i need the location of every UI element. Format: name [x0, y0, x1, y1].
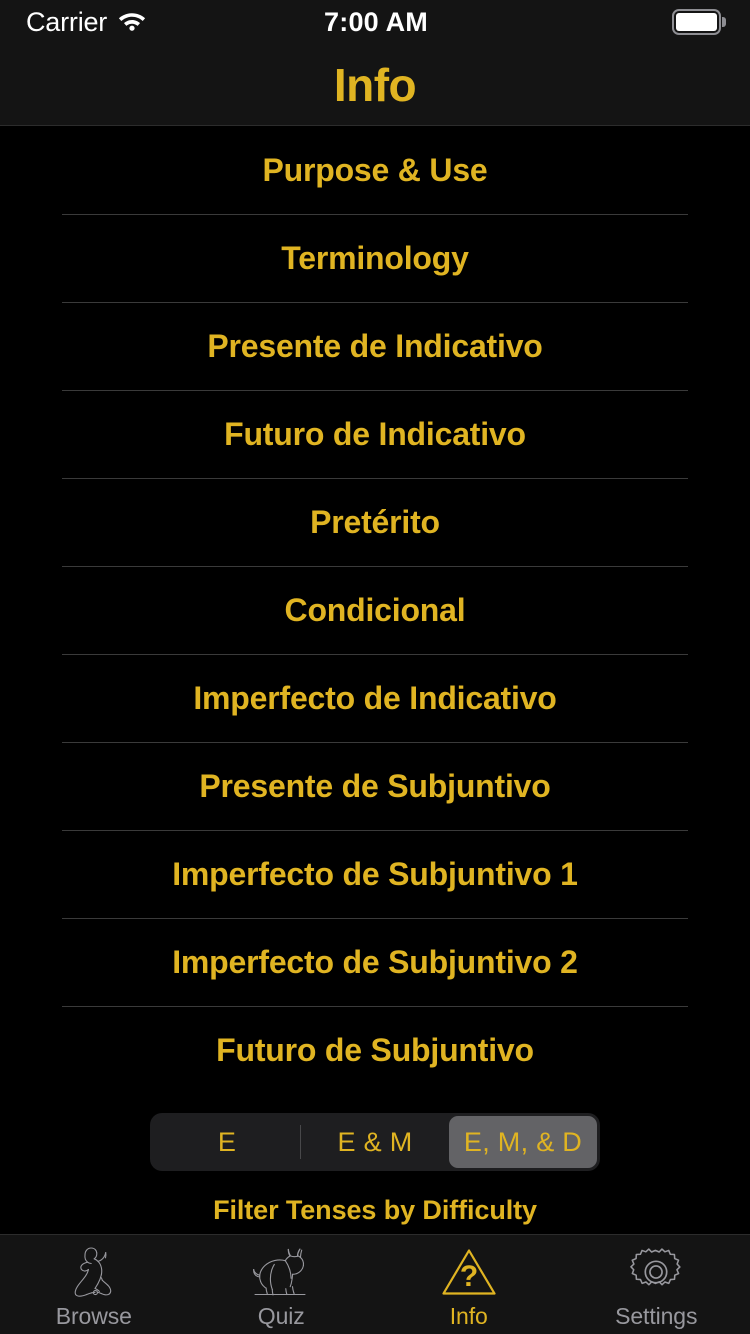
segment-easy[interactable]: E	[153, 1116, 301, 1168]
info-topic-list: Purpose & Use Terminology Presente de In…	[0, 126, 750, 1094]
tab-label: Settings	[615, 1303, 698, 1329]
list-item-label: Futuro de Subjuntivo	[216, 1031, 534, 1068]
tab-info[interactable]: ? Info	[375, 1235, 563, 1334]
tab-label: Info	[449, 1303, 488, 1329]
list-item-presente-de-subjuntivo[interactable]: Presente de Subjuntivo	[0, 742, 750, 830]
gear-icon	[627, 1245, 685, 1299]
list-item-label: Pretérito	[310, 503, 440, 540]
list-item-terminology[interactable]: Terminology	[0, 214, 750, 302]
clock-label: 7:00 AM	[324, 6, 428, 37]
list-item-label: Imperfecto de Indicativo	[193, 679, 557, 716]
svg-text:?: ?	[460, 1260, 478, 1293]
list-item-futuro-de-indicativo[interactable]: Futuro de Indicativo	[0, 390, 750, 478]
status-bar-center: 7:00 AM	[324, 7, 428, 38]
segment-easy-medium[interactable]: E & M	[301, 1116, 449, 1168]
tab-label: Quiz	[257, 1303, 305, 1329]
list-item-imperfecto-de-subjuntivo-1[interactable]: Imperfecto de Subjuntivo 1	[0, 830, 750, 918]
tab-settings[interactable]: Settings	[563, 1235, 750, 1334]
list-item-label: Presente de Indicativo	[207, 327, 543, 364]
wifi-icon	[117, 9, 147, 36]
list-item-label: Presente de Subjuntivo	[199, 767, 551, 804]
list-item-label: Imperfecto de Subjuntivo 1	[172, 855, 578, 892]
list-item-label: Purpose & Use	[262, 151, 488, 188]
warning-triangle-question-icon: ?	[439, 1245, 499, 1299]
main-content: Purpose & Use Terminology Presente de In…	[0, 126, 750, 1234]
list-item-label: Imperfecto de Subjuntivo 2	[172, 943, 578, 980]
list-item-label: Futuro de Indicativo	[224, 415, 526, 452]
tab-browse[interactable]: Browse	[0, 1235, 188, 1334]
list-item-presente-de-indicativo[interactable]: Presente de Indicativo	[0, 302, 750, 390]
tab-label: Browse	[55, 1303, 132, 1329]
page-title: Info	[333, 58, 417, 111]
list-item-preterito[interactable]: Pretérito	[0, 478, 750, 566]
tab-bar: Browse Quiz ? Info Settings	[0, 1234, 750, 1334]
bull-icon	[247, 1245, 315, 1299]
segment-label: E	[217, 1126, 237, 1157]
tab-quiz[interactable]: Quiz	[188, 1235, 376, 1334]
status-bar-right	[428, 9, 726, 35]
battery-full-icon	[672, 9, 726, 35]
list-item-condicional[interactable]: Condicional	[0, 566, 750, 654]
list-item-imperfecto-de-subjuntivo-2[interactable]: Imperfecto de Subjuntivo 2	[0, 918, 750, 1006]
status-bar-left: Carrier	[26, 7, 324, 38]
flamenco-dancer-icon	[63, 1245, 125, 1299]
list-item-purpose-use[interactable]: Purpose & Use	[0, 126, 750, 214]
status-bar: Carrier 7:00 AM	[0, 0, 750, 44]
segment-label: E, M, & D	[463, 1126, 583, 1157]
filter-caption: Filter Tenses by Difficulty	[213, 1195, 537, 1225]
list-item-label: Condicional	[284, 591, 466, 628]
list-item-label: Terminology	[281, 239, 469, 276]
segment-label: E & M	[337, 1126, 413, 1157]
app-screen: Carrier 7:00 AM Info Purpose & Use Termi…	[0, 0, 750, 1334]
difficulty-segmented-control[interactable]: E E & M E, M, & D	[150, 1113, 600, 1171]
list-item-futuro-de-subjuntivo[interactable]: Futuro de Subjuntivo	[0, 1006, 750, 1094]
carrier-label: Carrier	[26, 6, 108, 37]
segment-easy-medium-difficult[interactable]: E, M, & D	[449, 1116, 597, 1168]
list-item-imperfecto-de-indicativo[interactable]: Imperfecto de Indicativo	[0, 654, 750, 742]
navigation-bar: Info	[0, 44, 750, 126]
difficulty-filter-section: E E & M E, M, & D Filter Tenses by Diffi…	[0, 1094, 750, 1234]
